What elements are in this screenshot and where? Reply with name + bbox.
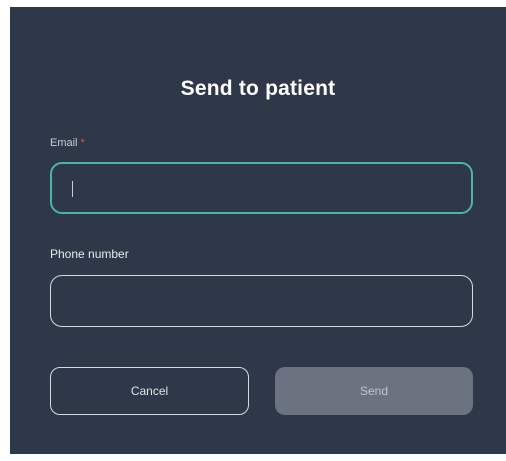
cancel-button[interactable]: Cancel xyxy=(50,367,249,415)
email-label: Email * xyxy=(50,137,85,149)
dialog-title: Send to patient xyxy=(180,77,336,100)
required-asterisk: * xyxy=(80,137,85,149)
phone-number-field[interactable] xyxy=(50,275,473,327)
text-cursor xyxy=(72,181,73,197)
send-to-patient-dialog: Send to patient Email * Phone number Canc… xyxy=(10,7,506,454)
phone-number-label: Phone number xyxy=(50,247,129,261)
email-field[interactable] xyxy=(50,162,473,214)
send-button[interactable]: Send xyxy=(275,367,473,415)
email-label-text: Email xyxy=(50,137,78,149)
